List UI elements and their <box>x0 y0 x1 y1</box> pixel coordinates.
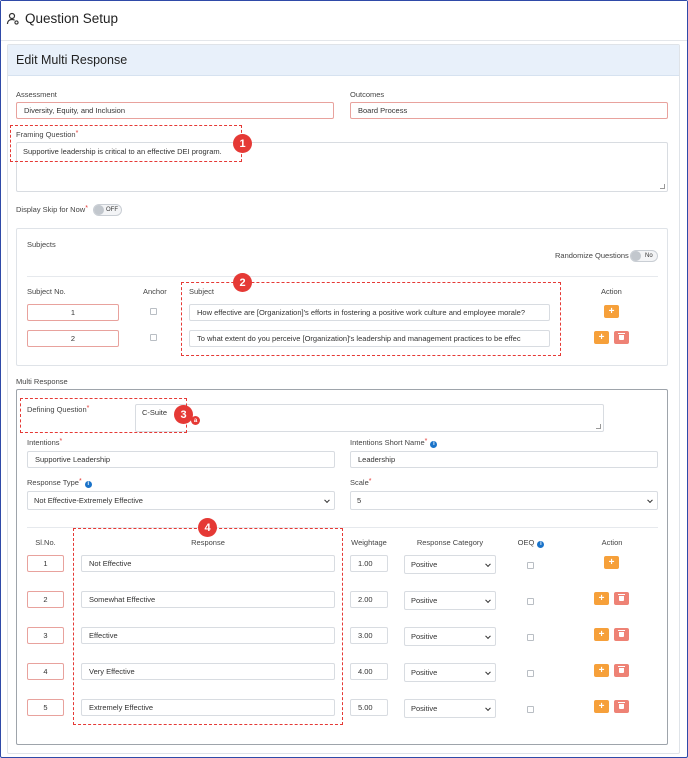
chevron-down-icon <box>485 632 491 639</box>
response-type-label: Response Type* i <box>27 478 92 488</box>
intentions-label: Intentions* <box>27 438 63 447</box>
chevron-down-icon <box>485 560 491 567</box>
oeq-checkbox[interactable] <box>527 598 534 605</box>
category-select[interactable]: Positive <box>404 663 496 682</box>
add-response-button[interactable]: + <box>604 556 619 569</box>
callout-box-3 <box>20 398 187 433</box>
assessment-input[interactable]: Diversity, Equity, and Inclusion <box>16 102 334 119</box>
plus-icon: + <box>598 331 605 343</box>
plus-icon: + <box>598 592 605 604</box>
weightage-input[interactable]: 5.00 <box>350 699 388 716</box>
intentions-input[interactable]: Supportive Leadership <box>27 451 335 468</box>
chevron-down-icon <box>485 596 491 603</box>
anchor-header: Anchor <box>143 287 167 296</box>
short-name-label: Intentions Short Name* i <box>350 438 438 448</box>
info-icon: i <box>84 481 92 488</box>
oeq-checkbox[interactable] <box>527 634 534 641</box>
callout-sub-badge: a <box>191 416 200 425</box>
anchor-checkbox[interactable] <box>150 308 157 315</box>
slno-input[interactable]: 4 <box>27 663 64 680</box>
callout-badge-4: 4 <box>198 518 217 537</box>
outcomes-input[interactable]: Board Process <box>350 102 668 119</box>
scale-label: Scale* <box>350 478 372 487</box>
chevron-down-icon <box>485 704 491 711</box>
delete-response-button[interactable] <box>614 592 629 605</box>
assessment-label: Assessment <box>16 90 57 99</box>
callout-box-1 <box>10 125 242 162</box>
skip-label: Display Skip for Now* <box>16 205 88 214</box>
category-select[interactable]: Positive <box>404 699 496 718</box>
trash-icon <box>618 630 625 637</box>
category-select[interactable]: Positive <box>404 627 496 646</box>
chevron-down-icon <box>485 668 491 675</box>
multi-response-title: Multi Response <box>16 377 68 386</box>
subject-no-input[interactable]: 1 <box>27 304 119 321</box>
delete-subject-button[interactable] <box>614 331 629 344</box>
skip-toggle[interactable]: OFF <box>93 204 122 216</box>
oeq-header: OEQ i <box>515 538 547 548</box>
callout-box-4 <box>73 528 343 725</box>
subjects-title: Subjects <box>27 240 56 249</box>
randomize-label: Randomize Questions <box>555 251 629 260</box>
delete-response-button[interactable] <box>614 664 629 677</box>
callout-badge-2: 2 <box>233 273 252 292</box>
subject-action-header: Action <box>601 287 622 296</box>
oeq-checkbox[interactable] <box>527 706 534 713</box>
response-action-header: Action <box>601 538 623 547</box>
delete-response-button[interactable] <box>614 628 629 641</box>
slno-header: Sl.No. <box>35 538 56 547</box>
plus-icon: + <box>608 305 615 317</box>
plus-icon: + <box>598 628 605 640</box>
weightage-input[interactable]: 2.00 <box>350 591 388 608</box>
slno-input[interactable]: 3 <box>27 627 64 644</box>
add-response-button[interactable]: + <box>594 664 609 677</box>
delete-response-button[interactable] <box>614 700 629 713</box>
panel-title: Edit Multi Response <box>16 53 128 67</box>
slno-input[interactable]: 2 <box>27 591 64 608</box>
plus-icon: + <box>598 664 605 676</box>
weightage-input[interactable]: 3.00 <box>350 627 388 644</box>
info-icon: i <box>430 441 438 448</box>
add-response-button[interactable]: + <box>594 592 609 605</box>
trash-icon <box>618 594 625 601</box>
page-title: Question Setup <box>25 11 119 26</box>
add-response-button[interactable]: + <box>594 700 609 713</box>
oeq-checkbox[interactable] <box>527 562 534 569</box>
short-name-input[interactable]: Leadership <box>350 451 658 468</box>
scale-select[interactable]: 5 <box>350 491 658 510</box>
trash-icon <box>618 666 625 673</box>
chevron-down-icon <box>647 496 653 503</box>
slno-input[interactable]: 1 <box>27 555 64 572</box>
category-select[interactable]: Positive <box>404 591 496 610</box>
callout-badge-1: 1 <box>233 134 252 153</box>
slno-input[interactable]: 5 <box>27 699 64 716</box>
category-select[interactable]: Positive <box>404 555 496 574</box>
add-response-button[interactable]: + <box>594 628 609 641</box>
defining-textarea[interactable] <box>135 404 604 432</box>
anchor-checkbox[interactable] <box>150 334 157 341</box>
subject-no-input[interactable]: 2 <box>27 330 119 347</box>
trash-icon <box>618 333 625 340</box>
weightage-header: Weightage <box>351 538 387 547</box>
weightage-input[interactable]: 1.00 <box>350 555 388 572</box>
user-settings-icon <box>6 12 20 26</box>
add-subject-button[interactable]: + <box>594 331 609 344</box>
plus-icon: + <box>598 700 605 712</box>
callout-box-2 <box>181 282 561 356</box>
oeq-checkbox[interactable] <box>527 670 534 677</box>
randomize-toggle[interactable]: No <box>630 250 658 262</box>
response-type-select[interactable]: Not Effective-Extremely Effective <box>27 491 335 510</box>
trash-icon <box>618 702 625 709</box>
subjects-divider <box>27 276 658 277</box>
weightage-input[interactable]: 4.00 <box>350 663 388 680</box>
subject-no-header: Subject No. <box>27 287 66 296</box>
chevron-down-icon <box>324 496 330 503</box>
info-icon: i <box>537 541 545 548</box>
category-header: Response Category <box>416 538 484 547</box>
outcomes-label: Outcomes <box>350 90 385 99</box>
plus-icon: + <box>608 556 615 568</box>
add-subject-button[interactable]: + <box>604 305 619 318</box>
